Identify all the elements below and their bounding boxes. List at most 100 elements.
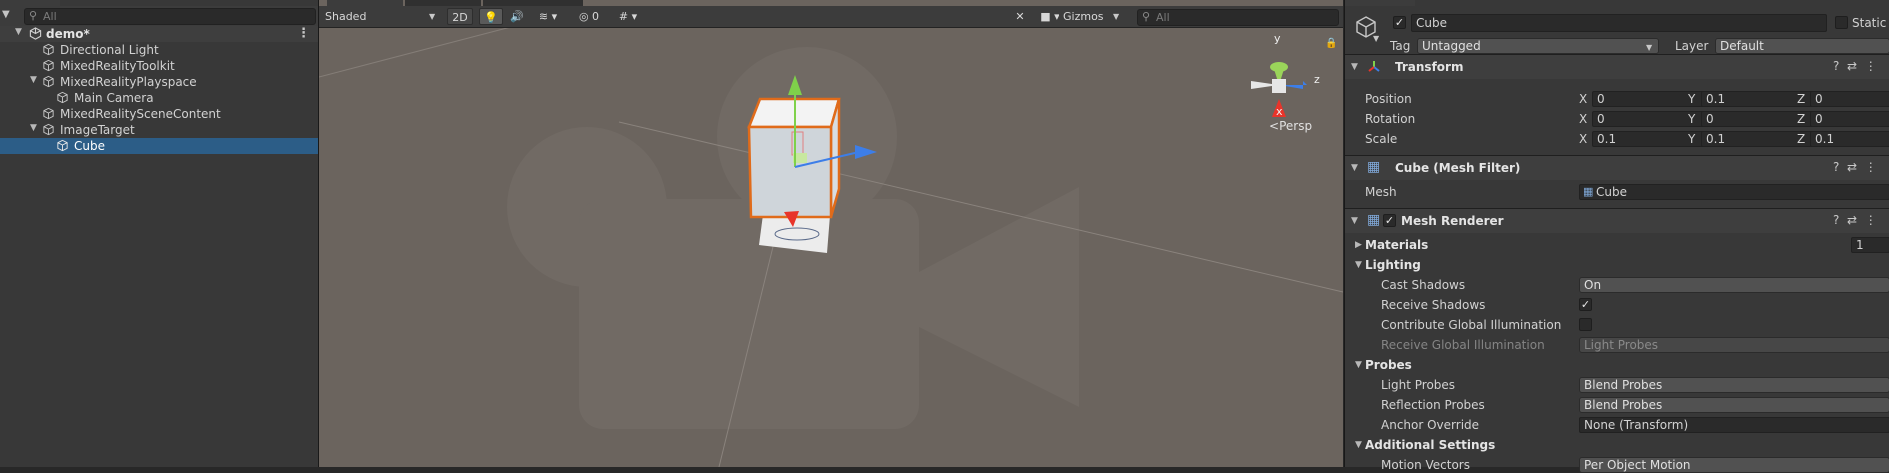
receive-shadows-label: Receive Shadows [1381,298,1486,312]
projection-toggle[interactable]: <Persp [1269,119,1312,133]
receive-shadows-checkbox[interactable]: ✓ [1579,298,1592,311]
motion-vectors-dropdown[interactable]: Per Object Motion [1579,457,1889,473]
hierarchy-search-input[interactable]: ⚲ All [24,8,316,25]
component-menu-icon[interactable]: ⋮ [1865,213,1877,227]
materials-count-field[interactable]: 1 [1851,237,1889,253]
foldout-arrow-icon[interactable]: ▼ [1351,216,1358,226]
inspector-tab[interactable] [1345,0,1415,6]
grid-icon: # [618,10,629,23]
scene-search-input[interactable]: ⚲ All [1137,9,1339,26]
help-icon[interactable]: ? [1833,213,1839,227]
hidden-objects-toggle[interactable]: ◎ 0 [569,8,609,25]
expand-arrow-icon[interactable]: ▼ [15,27,22,37]
eye-slash-icon: ◎ [578,10,589,23]
expand-arrow-icon[interactable]: ▼ [30,75,37,85]
hierarchy-item[interactable]: MixedRealitySceneContent [0,106,318,122]
create-dropdown-icon[interactable]: ▼ [2,9,10,20]
component-menu-icon[interactable]: ⋮ [1865,59,1877,73]
hierarchy-item[interactable]: MixedRealityToolkit [0,58,318,74]
foldout-arrow-icon[interactable]: ▼ [1355,260,1362,270]
hierarchy-item-selected[interactable]: Cube [0,138,318,154]
component-header-icons[interactable]: ? ⇄ ⋮ [1833,213,1877,227]
anchor-override-field[interactable]: None (Transform) [1579,417,1889,433]
unity-scene-icon [29,27,42,40]
foldout-arrow-icon[interactable]: ▶ [1355,240,1362,250]
mesh-filter-header[interactable]: ▼ ▦ Cube (Mesh Filter) ? ⇄ ⋮ [1345,156,1889,180]
position-z-field[interactable]: 0 [1810,91,1889,107]
icon-dropdown-icon[interactable]: ▼ [1373,34,1379,43]
static-checkbox[interactable] [1835,16,1848,29]
scale-y-field[interactable]: 0.1 [1701,131,1825,147]
rotation-label: Rotation [1365,112,1416,126]
tools-button[interactable]: ✕ [1009,8,1031,25]
materials-foldout[interactable]: ▶ Materials 1 [1345,237,1889,254]
lock-icon: 🔒 [1325,37,1337,49]
additional-settings-foldout[interactable]: ▼ Additional Settings [1345,437,1889,454]
scene-view[interactable]: 🔒 y z x <Persp Shaded ▼ 2D 💡 🔊 ≋ ▾ ◎ 0 #… [319,0,1343,467]
transform-header[interactable]: ▼ Transform ? ⇄ ⋮ [1345,55,1889,79]
search-icon: ⚲ [1142,10,1151,23]
effects-dropdown[interactable]: ≋ ▾ [531,8,565,25]
presets-icon[interactable]: ⇄ [1847,160,1857,174]
component-header-icons[interactable]: ? ⇄ ⋮ [1833,160,1877,174]
reflection-probes-label: Reflection Probes [1381,398,1485,412]
receive-gi-dropdown: Light Probes [1579,337,1889,353]
light-probes-dropdown[interactable]: Blend Probes [1579,377,1889,393]
cast-shadows-dropdown[interactable]: On [1579,277,1889,293]
hierarchy-item[interactable]: Directional Light [0,42,318,58]
audio-toggle-button[interactable]: 🔊 [505,8,529,25]
active-checkbox[interactable]: ✓ [1393,16,1406,29]
presets-icon[interactable]: ⇄ [1847,213,1857,227]
component-menu-icon[interactable]: ⋮ [1865,160,1877,174]
rotation-y-field[interactable]: 0 [1701,111,1825,127]
expand-arrow-icon[interactable]: ▼ [30,123,37,133]
mesh-object-field[interactable]: ▦ Cube [1579,184,1889,200]
help-icon[interactable]: ? [1833,160,1839,174]
gizmos-dropdown[interactable]: Gizmos ▼ [1059,8,1125,25]
foldout-arrow-icon[interactable]: ▼ [1355,360,1362,370]
grid-dropdown[interactable]: # ▾ [611,8,645,25]
lighting-foldout[interactable]: ▼ Lighting [1345,257,1889,274]
tag-dropdown[interactable]: Untagged ▼ [1417,38,1659,54]
scene-canvas: 🔒 [319,27,1343,467]
gameobject-icon [43,75,54,88]
static-label: Static [1852,16,1887,30]
position-y-field[interactable]: 0.1 [1701,91,1825,107]
cast-shadows-label: Cast Shadows [1381,278,1466,292]
rotation-x-field[interactable]: 0 [1592,111,1716,127]
rotation-z-field[interactable]: 0 [1810,111,1889,127]
gizmo-y-label: y [1274,32,1281,45]
scale-x-field[interactable]: 0.1 [1592,131,1716,147]
scene-menu-icon[interactable]: ⋮ [297,26,310,41]
presets-icon[interactable]: ⇄ [1847,59,1857,73]
hierarchy-item[interactable]: ▼ MixedRealityPlayspace [0,74,318,90]
light-bulb-icon: 💡 [484,11,498,24]
object-name-field[interactable]: Cube [1411,14,1827,32]
help-icon[interactable]: ? [1833,59,1839,73]
2d-toggle-button[interactable]: 2D [447,8,473,25]
hierarchy-item[interactable]: Main Camera [0,90,318,106]
lighting-toggle-button[interactable]: 💡 [479,8,503,25]
contribute-gi-label: Contribute Global Illumination [1381,318,1562,332]
reflection-probes-dropdown[interactable]: Blend Probes [1579,397,1889,413]
scene-name: demo* [46,27,90,41]
position-label: Position [1365,92,1412,106]
position-x-field[interactable]: 0 [1592,91,1716,107]
layer-dropdown[interactable]: Default [1715,38,1889,54]
hierarchy-item[interactable]: ▼ ImageTarget [0,122,318,138]
component-header-icons[interactable]: ? ⇄ ⋮ [1833,59,1877,73]
gameobject-icon [43,123,54,136]
motion-vectors-label: Motion Vectors [1381,458,1470,472]
scene-row[interactable]: ▼ demo* ⋮ [0,26,318,42]
mesh-renderer-enabled-checkbox[interactable]: ✓ [1383,214,1396,227]
shading-mode-dropdown[interactable]: Shaded ▼ [321,8,439,25]
probes-foldout[interactable]: ▼ Probes [1345,357,1889,374]
contribute-gi-checkbox[interactable] [1579,318,1592,331]
scene-toolbar: Shaded ▼ 2D 💡 🔊 ≋ ▾ ◎ 0 # ▾ ✕ ■ ▾ Gizmos… [319,6,1343,28]
foldout-arrow-icon[interactable]: ▼ [1351,62,1358,72]
scale-z-field[interactable]: 0.1 [1810,131,1889,147]
mesh-renderer-header[interactable]: ▼ ▦ ✓ Mesh Renderer ? ⇄ ⋮ [1345,209,1889,233]
foldout-arrow-icon[interactable]: ▼ [1355,440,1362,450]
foldout-arrow-icon[interactable]: ▼ [1351,163,1358,173]
gameobject-icon [43,107,54,120]
